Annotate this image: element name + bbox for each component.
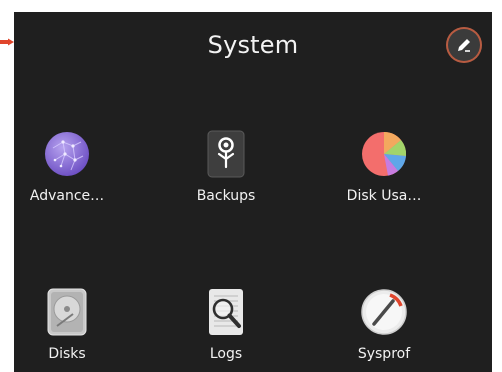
app-label: Logs: [209, 346, 243, 362]
app-disks[interactable]: Disks: [14, 288, 132, 362]
app-label: Advance…: [29, 188, 105, 204]
app-label: Backups: [196, 188, 256, 204]
app-advanced-network[interactable]: Advance…: [14, 130, 132, 204]
app-label: Sysprof: [357, 346, 411, 362]
sysprof-gauge-icon: [361, 289, 407, 335]
disks-icon: [47, 288, 87, 336]
logs-magnifier-icon: [209, 289, 243, 335]
edit-folder-button[interactable]: [446, 27, 482, 63]
pointer-arrow-icon: [0, 38, 14, 46]
app-folder-popup: System Advance… Backups Disk Usa… Disks …: [14, 12, 492, 372]
folder-title: System: [207, 31, 299, 59]
app-sysprof[interactable]: Sysprof: [319, 288, 449, 362]
app-label: Disks: [48, 346, 86, 362]
app-backups[interactable]: Backups: [161, 130, 291, 204]
pencil-icon: [458, 39, 470, 52]
app-label: Disk Usa…: [346, 188, 422, 204]
app-logs[interactable]: Logs: [161, 288, 291, 362]
app-disk-usage[interactable]: Disk Usa…: [319, 130, 449, 204]
backups-icon: [207, 130, 245, 178]
disk-usage-pie-icon: [362, 131, 407, 176]
advanced-network-icon: [45, 132, 89, 176]
